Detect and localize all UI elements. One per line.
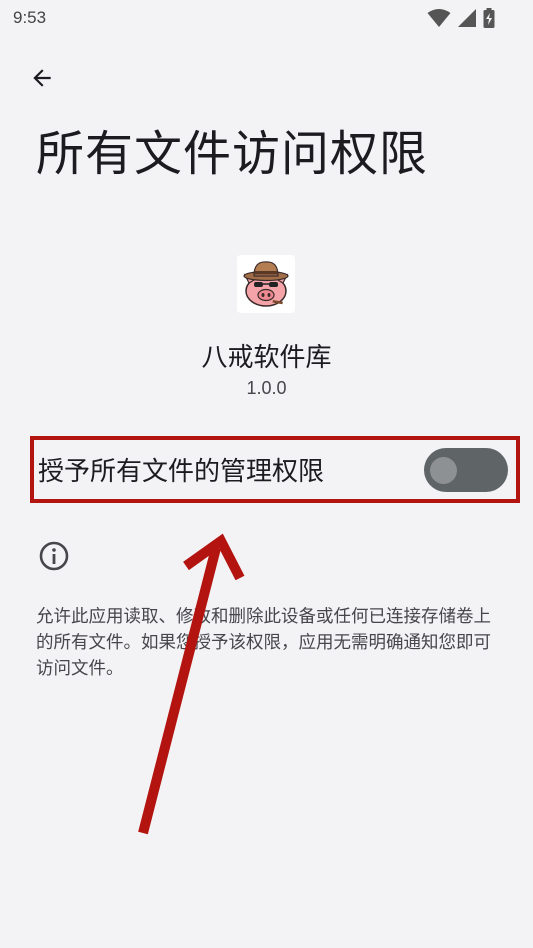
permission-toggle-row[interactable]: 授予所有文件的管理权限 bbox=[30, 436, 520, 503]
app-version: 1.0.0 bbox=[246, 378, 287, 398]
status-icons bbox=[427, 8, 495, 28]
battery-charging-icon bbox=[483, 8, 495, 28]
settings-screen: 9:53 所有文件访问权限 八戒软件库 1.0.0 授予所有文件的管理权限 允许… bbox=[0, 0, 533, 948]
signal-icon bbox=[458, 9, 476, 27]
status-time: 9:53 bbox=[13, 8, 47, 27]
status-bar: 9:53 bbox=[0, 0, 533, 36]
switch-thumb bbox=[430, 456, 457, 484]
app-name: 八戒软件库 bbox=[201, 343, 332, 373]
page-title: 所有文件访问权限 bbox=[36, 126, 429, 182]
back-button[interactable] bbox=[22, 58, 62, 98]
arrow-back-icon bbox=[33, 69, 51, 87]
permission-description: 允许此应用读取、修改和删除此设备或任何已连接存储卷上的所有文件。如果您授予该权限… bbox=[36, 607, 491, 679]
permission-switch[interactable] bbox=[424, 447, 508, 492]
wifi-icon bbox=[427, 9, 451, 27]
app-logo-pig-cowboy-icon bbox=[237, 255, 295, 313]
permission-toggle-label: 授予所有文件的管理权限 bbox=[38, 457, 325, 487]
app-logo bbox=[237, 255, 295, 313]
info-icon bbox=[39, 541, 69, 571]
